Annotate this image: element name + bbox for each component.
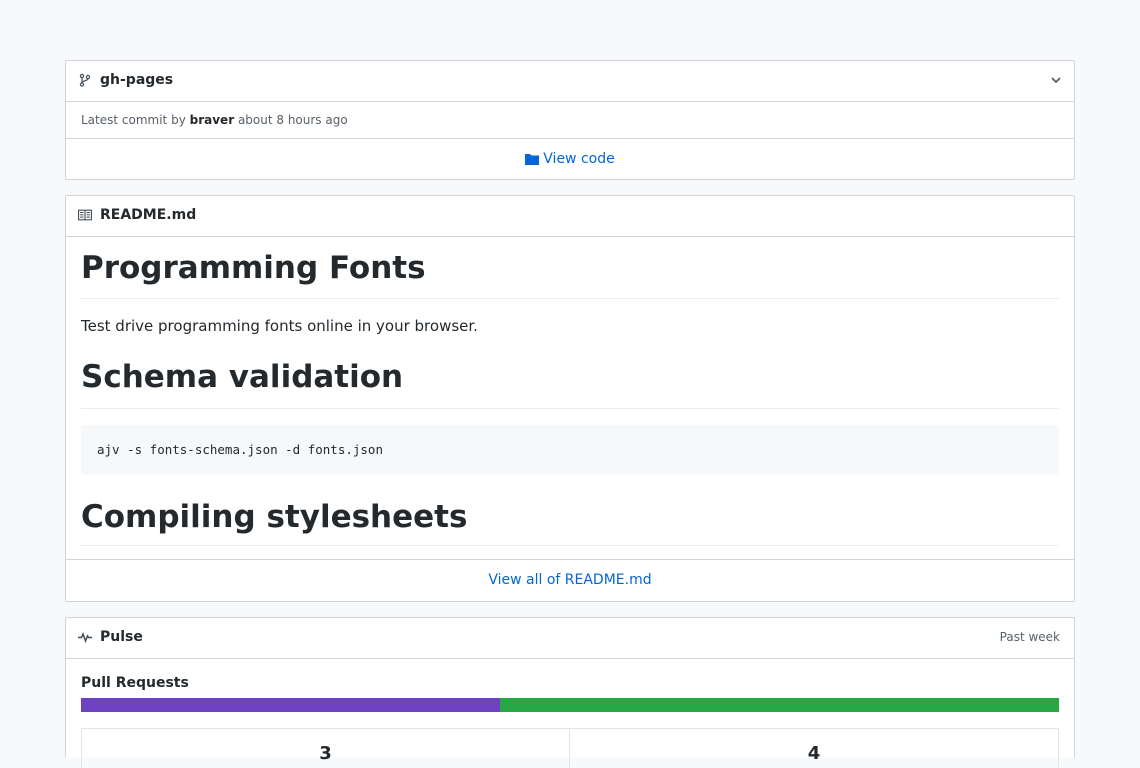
merged-bar-segment[interactable] xyxy=(81,698,500,712)
pulse-icon xyxy=(78,631,92,644)
commit-prefix: Latest commit by xyxy=(81,113,186,127)
latest-commit: Latest commit by braver about 8 hours ag… xyxy=(66,101,1074,138)
merged-prs-stat[interactable]: 3 xyxy=(81,728,570,768)
pulse-body: Pull Requests 3 4 xyxy=(66,658,1074,768)
chevron-down-icon[interactable] xyxy=(1050,74,1062,86)
readme-box: README.md Programming Fonts Test drive p… xyxy=(65,195,1075,602)
readme-code-block: ajv -s fonts-schema.json -d fonts.json xyxy=(81,425,1059,475)
open-prs-stat[interactable]: 4 xyxy=(569,728,1059,768)
merged-prs-count: 3 xyxy=(319,743,332,764)
pulse-title: Pulse xyxy=(100,629,143,645)
pulse-box: Pulse Past week Pull Requests 3 4 xyxy=(65,617,1075,768)
pull-requests-bar xyxy=(81,698,1059,712)
readme-code-spacer xyxy=(81,409,1059,425)
pulse-period[interactable]: Past week xyxy=(1000,618,1060,656)
readme-content: Programming Fonts Test drive programming… xyxy=(66,236,1074,559)
readme-heading-2: Schema validation xyxy=(81,353,1059,409)
readme-heading-1: Programming Fonts xyxy=(81,237,1059,299)
branch-selector[interactable]: gh-pages xyxy=(66,61,1074,101)
readme-paragraph: Test drive programming fonts online in y… xyxy=(81,317,478,335)
readme-header: README.md xyxy=(66,196,1074,236)
branch-box: gh-pages Latest commit by braver about 8… xyxy=(65,60,1075,180)
pulse-header: Pulse Past week xyxy=(66,618,1074,658)
readme-filename: README.md xyxy=(100,207,197,223)
commit-author[interactable]: braver xyxy=(190,113,234,127)
readme-heading-3: Compiling stylesheets xyxy=(81,475,1059,546)
branch-name: gh-pages xyxy=(100,72,174,88)
open-bar-segment[interactable] xyxy=(499,698,1059,712)
view-all-readme-link[interactable]: View all of README.md xyxy=(66,559,1074,600)
open-prs-count: 4 xyxy=(807,743,821,764)
view-code-link[interactable]: View code xyxy=(66,138,1074,179)
book-icon xyxy=(78,209,92,221)
view-code-label: View code xyxy=(543,151,615,167)
folder-icon xyxy=(525,154,540,165)
git-branch-icon xyxy=(79,73,91,87)
pull-requests-title: Pull Requests xyxy=(81,675,189,691)
commit-time: about 8 hours ago xyxy=(237,113,348,127)
